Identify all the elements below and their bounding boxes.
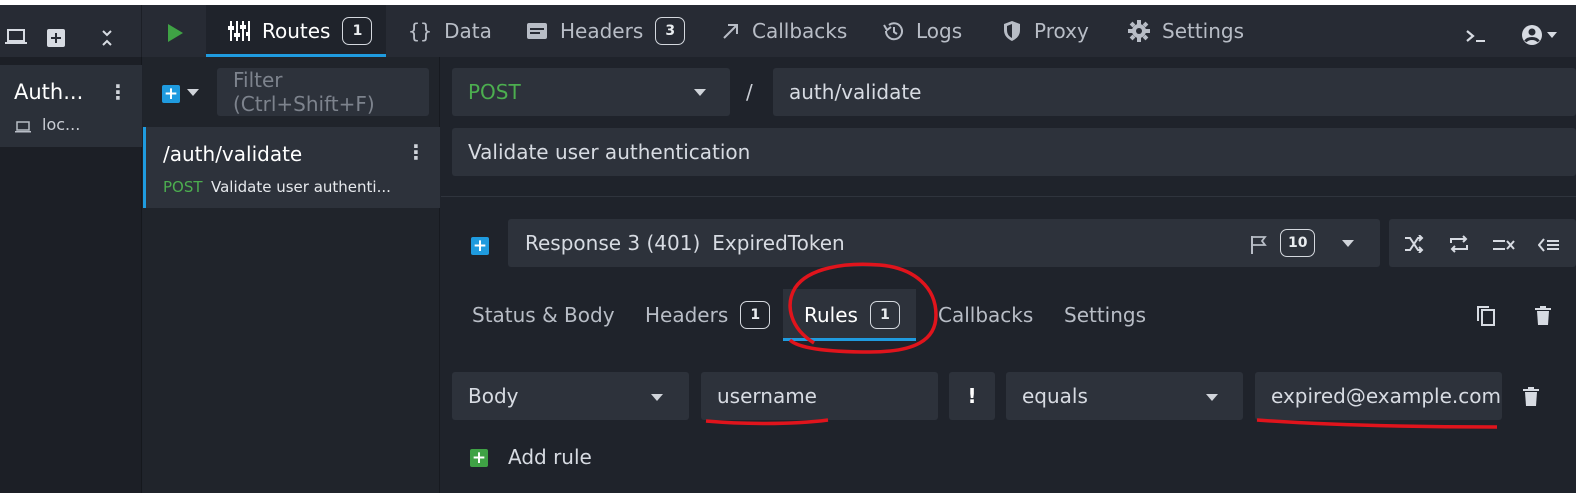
rules-tab-circle-annotation — [788, 262, 938, 354]
annotation-overlay — [705, 262, 1498, 429]
email-underline-annotation — [1256, 418, 1498, 429]
username-underline-annotation — [705, 418, 829, 426]
